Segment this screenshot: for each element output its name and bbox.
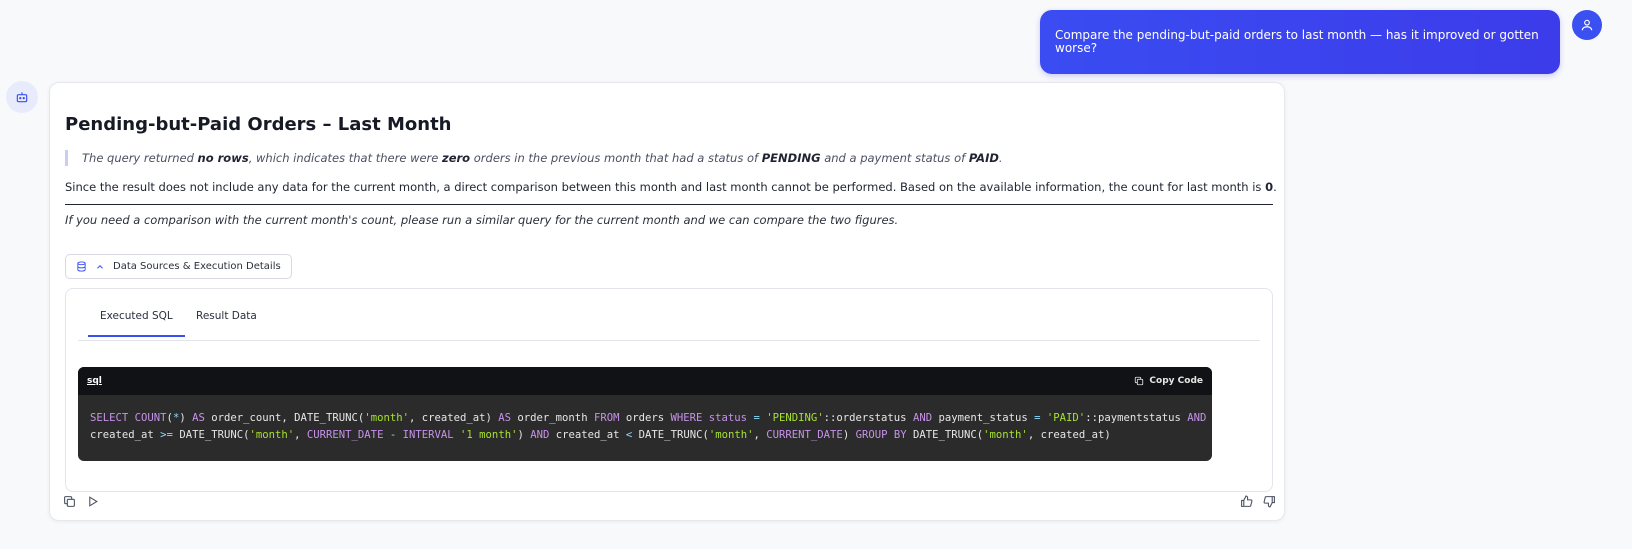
- response-blockquote: The query returned no rows, which indica…: [65, 150, 1003, 166]
- code-token: , created_at): [1027, 429, 1111, 441]
- code-token: , created_at): [408, 412, 499, 424]
- code-token: order_count, DATE_TRUNC(: [204, 412, 365, 424]
- code-token: 'PAID': [1046, 412, 1086, 424]
- copy-code-label: Copy Code: [1149, 376, 1203, 386]
- code-token: 'month': [364, 412, 409, 424]
- code-token: ): [517, 429, 531, 441]
- code-token: 'month': [708, 429, 754, 441]
- code-token: DATE_TRUNC(: [632, 429, 709, 441]
- bot-avatar: [6, 81, 38, 113]
- quote-bold: PAID: [968, 151, 999, 165]
- code-token: ): [842, 429, 856, 441]
- quote-text: , which indicates that there were: [248, 151, 443, 165]
- tab-result-data[interactable]: Result Data: [196, 310, 257, 335]
- code-token: SELECT: [90, 412, 135, 424]
- code-token: ,: [294, 429, 307, 441]
- thumbs-down-button[interactable]: [1263, 495, 1276, 508]
- code-header: sql Copy Code: [78, 367, 1212, 395]
- code-token: DATE_TRUNC(: [906, 429, 984, 441]
- execution-details-panel: Executed SQL Result Data sql Copy Code S…: [65, 288, 1273, 492]
- code-line: SELECT COUNT(*) AS order_count, DATE_TRU…: [90, 410, 1206, 427]
- paragraph-bold: 0: [1265, 180, 1274, 194]
- code-token: 'PENDING': [766, 412, 824, 424]
- sql-code-block: sql Copy Code SELECT COUNT(*) AS order_c…: [78, 367, 1212, 461]
- play-icon: [89, 496, 98, 507]
- code-token: AND: [530, 429, 550, 441]
- response-title: Pending-but-Paid Orders – Last Month: [65, 114, 452, 135]
- code-token: '1 month': [460, 429, 518, 441]
- user-message-row: Compare the pending-but-paid orders to l…: [1040, 10, 1602, 75]
- play-button[interactable]: [86, 495, 99, 508]
- robot-icon: [16, 92, 28, 103]
- code-token: ,: [753, 429, 767, 441]
- message-actions-left: [63, 495, 99, 508]
- database-icon: [77, 261, 86, 272]
- quote-bold: no rows: [197, 151, 249, 165]
- response-paragraph: Since the result does not include any da…: [65, 179, 1277, 195]
- quote-text: The query returned: [82, 151, 198, 165]
- code-token: orders: [619, 412, 671, 424]
- copy-icon: [64, 496, 75, 507]
- code-token: 'month': [249, 429, 295, 441]
- quote-text: orders in the previous month that had a …: [470, 151, 762, 165]
- data-sources-toggle-button[interactable]: Data Sources & Execution Details: [65, 254, 292, 279]
- code-token: AS: [192, 412, 205, 424]
- response-note: If you need a comparison with the curren…: [65, 213, 899, 227]
- thumbs-down-icon: [1263, 496, 1275, 508]
- assistant-message-card: Pending-but-Paid Orders – Last Month The…: [49, 82, 1285, 521]
- user-avatar: [1572, 10, 1602, 40]
- sql-code-text: SELECT COUNT(*) AS order_count, DATE_TRU…: [78, 395, 1212, 459]
- quote-text: and a payment status of: [820, 151, 969, 165]
- code-token: CURRENT_DATE: [306, 429, 384, 441]
- code-token: status: [708, 412, 748, 424]
- code-token: WHERE: [670, 412, 703, 424]
- code-token: AS: [498, 412, 512, 424]
- user-message-bubble: Compare the pending-but-paid orders to l…: [1040, 10, 1560, 75]
- divider: [65, 204, 1273, 205]
- quote-bold: PENDING: [761, 151, 821, 165]
- code-token: 'month': [983, 429, 1028, 441]
- code-line: created_at >= DATE_TRUNC('month', CURREN…: [90, 427, 1200, 444]
- thumbs-up-button[interactable]: [1240, 495, 1253, 508]
- code-token: AND: [1187, 412, 1207, 424]
- code-token: COUNT: [134, 412, 167, 424]
- code-token: ::orderstatus: [823, 412, 913, 424]
- user-icon: [1581, 19, 1593, 31]
- thumbs-up-icon: [1241, 495, 1253, 507]
- copy-icon: [1135, 376, 1144, 386]
- code-token: DATE_TRUNC(: [172, 429, 250, 441]
- data-sources-label: Data Sources & Execution Details: [113, 261, 281, 272]
- copy-code-button[interactable]: Copy Code: [1134, 376, 1203, 386]
- code-language-label: sql: [87, 376, 102, 386]
- quote-text: .: [998, 151, 1003, 165]
- code-token: >=: [160, 429, 173, 441]
- code-token: order_month: [511, 412, 594, 424]
- quote-bold: zero: [442, 151, 471, 165]
- code-token: payment_status: [932, 412, 1035, 424]
- code-token: AND: [912, 412, 933, 424]
- message-actions-right: [1240, 495, 1276, 508]
- code-token: FROM: [593, 412, 620, 424]
- code-token: ::paymentstatus: [1085, 412, 1188, 424]
- code-token: GROUP BY: [855, 429, 907, 441]
- code-token: CURRENT_DATE: [766, 429, 843, 441]
- copy-message-button[interactable]: [63, 495, 76, 508]
- details-tabs: Executed SQL Result Data: [78, 289, 1260, 341]
- chat-page: Compare the pending-but-paid orders to l…: [0, 0, 1632, 549]
- code-token: INTERVAL: [402, 429, 454, 441]
- chevron-up-icon: [97, 264, 103, 269]
- paragraph-text: Since the result does not include any da…: [65, 180, 1266, 194]
- code-token: created_at: [549, 429, 626, 441]
- paragraph-text: .: [1273, 180, 1277, 194]
- code-token: ): [179, 412, 193, 424]
- code-token: created_at: [90, 429, 161, 441]
- tab-executed-sql[interactable]: Executed SQL: [88, 310, 185, 337]
